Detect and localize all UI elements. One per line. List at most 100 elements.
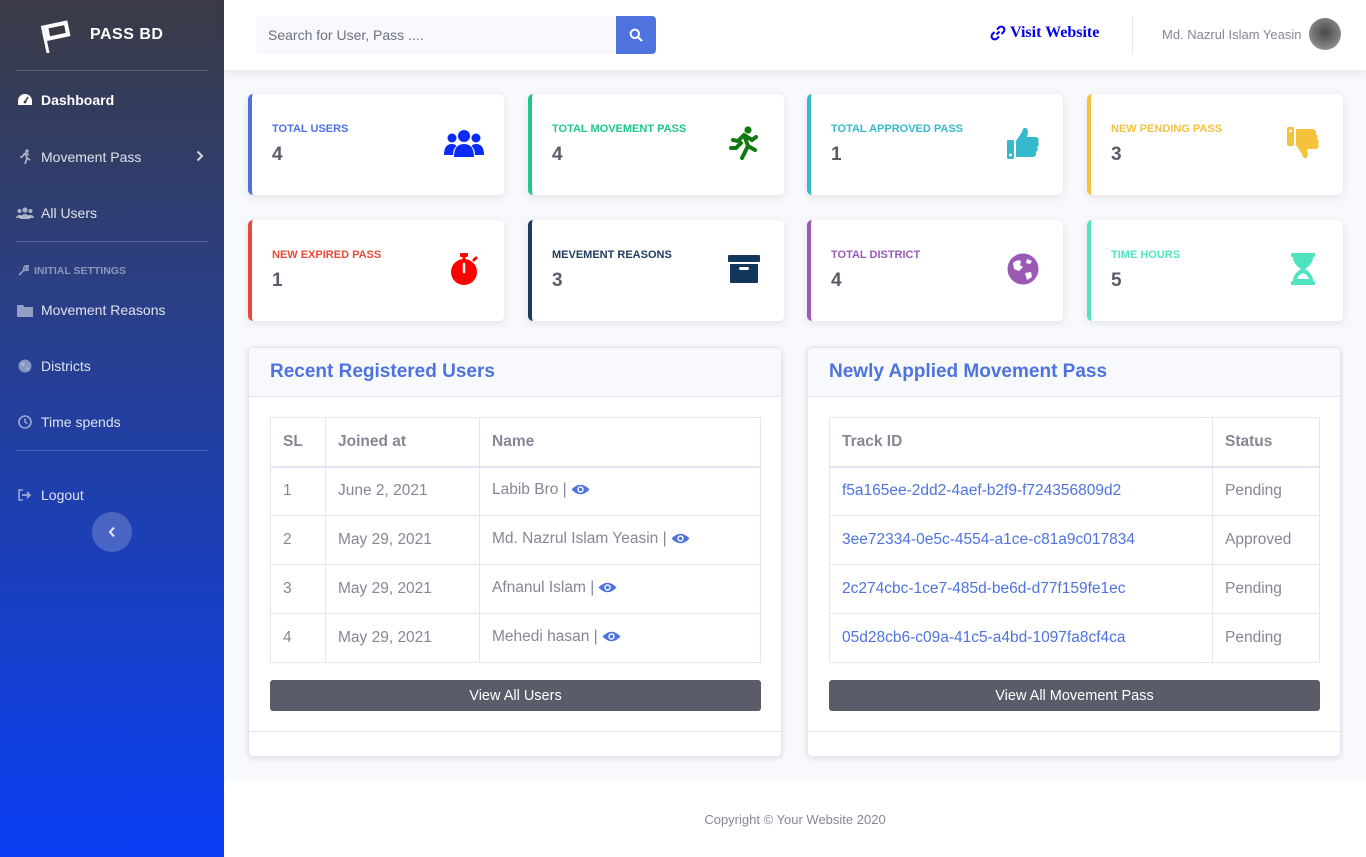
stat-card-new-pending-pass: New Pending Pass 3 xyxy=(1087,94,1343,195)
sidebar-item-all-users[interactable]: All Users xyxy=(0,185,224,241)
stat-value: 4 xyxy=(272,144,283,165)
sidebar-item-label: Dashboard xyxy=(41,92,115,108)
eye-icon[interactable] xyxy=(571,483,590,501)
pass-table: Track ID Status f5a165ee-2dd2-4aef-b2f9-… xyxy=(829,417,1320,663)
sidebar-item-label: Movement Reasons xyxy=(41,302,166,318)
thumbs-down-icon xyxy=(1283,126,1323,160)
table-row: 3ee72334-0e5c-4554-a1ce-c81a9c017834 App… xyxy=(829,515,1320,565)
panel-header: Recent Registered Users xyxy=(249,348,781,397)
view-all-movement-pass-button[interactable]: View All Movement Pass xyxy=(829,680,1320,711)
stopwatch-icon xyxy=(444,252,484,286)
eye-icon[interactable] xyxy=(671,532,690,550)
table-row: 2 May 29, 2021 Md. Nazrul Islam Yeasin | xyxy=(270,515,761,565)
table-row: 2c274cbc-1ce7-485d-be6d-d77f159fe1ec Pen… xyxy=(829,564,1320,614)
status-cell: Approved xyxy=(1212,515,1320,565)
table-row: 1 June 2, 2021 Labib Bro | xyxy=(270,466,761,516)
cell-joined: May 29, 2021 xyxy=(325,613,480,663)
flag-logo-icon xyxy=(40,20,71,53)
stat-value: 3 xyxy=(552,270,563,291)
table-header-row: SL Joined at Name xyxy=(270,417,761,468)
user-name-text: Labib Bro | xyxy=(492,481,567,499)
column-header-name: Name xyxy=(479,417,761,468)
stat-label: New Expired Pass xyxy=(272,249,382,261)
stat-label: New Pending Pass xyxy=(1111,123,1223,135)
cell-sl: 4 xyxy=(270,613,326,663)
stat-card-time-hours: Time Hours 5 xyxy=(1087,220,1343,321)
panel-title: Recent Registered Users xyxy=(270,361,495,382)
column-header-sl: SL xyxy=(270,417,326,468)
footer: Copyright © Your Website 2020 xyxy=(224,781,1366,857)
panel-title: Newly Applied Movement Pass xyxy=(829,361,1108,382)
stat-card-new-expired-pass: New Expired Pass 1 xyxy=(248,220,504,321)
column-header-track-id: Track ID xyxy=(829,417,1213,468)
table-header-row: Track ID Status xyxy=(829,417,1320,468)
status-cell: Pending xyxy=(1212,564,1320,614)
sidebar-item-label: Logout xyxy=(41,487,84,503)
brand[interactable]: PASS BD xyxy=(0,0,224,70)
panel-divider xyxy=(808,731,1340,732)
track-id-link[interactable]: 2c274cbc-1ce7-485d-be6d-d77f159fe1ec xyxy=(829,564,1213,614)
clock-icon xyxy=(16,413,34,431)
cell-name: Afnanul Islam | xyxy=(479,564,761,614)
track-id-link[interactable]: 3ee72334-0e5c-4554-a1ce-c81a9c017834 xyxy=(829,515,1213,565)
sidebar-item-movement-pass[interactable]: Movement Pass xyxy=(0,129,224,185)
search-input[interactable] xyxy=(256,16,616,54)
sidebar-toggle-button[interactable] xyxy=(92,512,132,552)
search-button[interactable] xyxy=(616,16,656,54)
stat-label: Time Hours xyxy=(1111,249,1181,261)
stat-value: 4 xyxy=(552,144,563,165)
users-table-wrapper: SL Joined at Name 1 June 2, 2021 Labib B… xyxy=(270,417,761,663)
tachometer-icon xyxy=(16,91,34,109)
recent-users-panel: Recent Registered Users SL Joined at Nam… xyxy=(248,347,782,757)
table-row: 3 May 29, 2021 Afnanul Islam | xyxy=(270,564,761,614)
stat-label: Total Users xyxy=(272,123,349,135)
track-id-link[interactable]: f5a165ee-2dd2-4aef-b2f9-f724356809d2 xyxy=(829,466,1213,516)
stat-value: 3 xyxy=(1111,144,1122,165)
column-header-joined-at: Joined at xyxy=(325,417,480,468)
globe-icon xyxy=(1003,252,1043,286)
cell-sl: 1 xyxy=(270,466,326,516)
visit-website-link[interactable]: Visit Website xyxy=(990,24,1099,42)
sidebar-item-label: Districts xyxy=(41,358,91,374)
cell-joined: May 29, 2021 xyxy=(325,564,480,614)
globe-icon xyxy=(16,357,34,375)
sidebar-heading-label: Initial Settings xyxy=(34,265,126,277)
archive-icon xyxy=(724,252,764,286)
visit-website-label: Visit Website xyxy=(1010,24,1100,41)
stat-value: 5 xyxy=(1111,270,1122,291)
eye-icon[interactable] xyxy=(598,581,617,599)
track-id-link[interactable]: 05d28cb6-c09a-41c5-a4bd-1097fa8cf4ca xyxy=(829,613,1213,663)
movement-pass-panel: Newly Applied Movement Pass Track ID Sta… xyxy=(807,347,1341,757)
sidebar-item-time-spends[interactable]: Time spends xyxy=(0,394,224,450)
sidebar-heading: Initial Settings xyxy=(0,242,224,282)
running-icon xyxy=(16,148,34,166)
stat-value: 1 xyxy=(272,270,283,291)
topbar-divider xyxy=(1132,16,1133,54)
user-name: Md. Nazrul Islam Yeasin xyxy=(1162,26,1302,42)
users-icon xyxy=(16,204,34,222)
copyright-text: Copyright © Your Website 2020 xyxy=(704,811,886,827)
view-all-users-button[interactable]: View All Users xyxy=(270,680,761,711)
sidebar-item-label: Movement Pass xyxy=(41,149,142,165)
brand-name: PASS BD xyxy=(90,26,164,43)
status-cell: Pending xyxy=(1212,466,1320,516)
panel-header: Newly Applied Movement Pass xyxy=(808,348,1340,397)
user-name-text: Afnanul Islam | xyxy=(492,579,595,596)
sidebar-item-label: Time spends xyxy=(41,414,121,430)
user-dropdown[interactable]: Md. Nazrul Islam Yeasin xyxy=(1162,18,1342,50)
cell-joined: May 29, 2021 xyxy=(325,515,480,565)
stat-card-total-movement-pass: Total Movement Pass 4 xyxy=(528,94,784,195)
avatar xyxy=(1309,18,1342,50)
stat-card-total-district: Total District 4 xyxy=(807,220,1063,321)
stat-label: Total Movement Pass xyxy=(552,123,687,135)
status-cell: Pending xyxy=(1212,613,1320,663)
table-row: 4 May 29, 2021 Mehedi hasan | xyxy=(270,613,761,663)
stat-label: Total Approved Pass xyxy=(831,123,964,135)
cell-name: Labib Bro | xyxy=(479,466,761,516)
cell-sl: 3 xyxy=(270,564,326,614)
eye-icon[interactable] xyxy=(602,630,621,648)
sidebar-item-districts[interactable]: Districts xyxy=(0,338,224,394)
sidebar-item-dashboard[interactable]: Dashboard xyxy=(0,71,224,129)
sidebar-item-movement-reasons[interactable]: Movement Reasons xyxy=(0,282,224,338)
cell-name: Mehedi hasan | xyxy=(479,613,761,663)
